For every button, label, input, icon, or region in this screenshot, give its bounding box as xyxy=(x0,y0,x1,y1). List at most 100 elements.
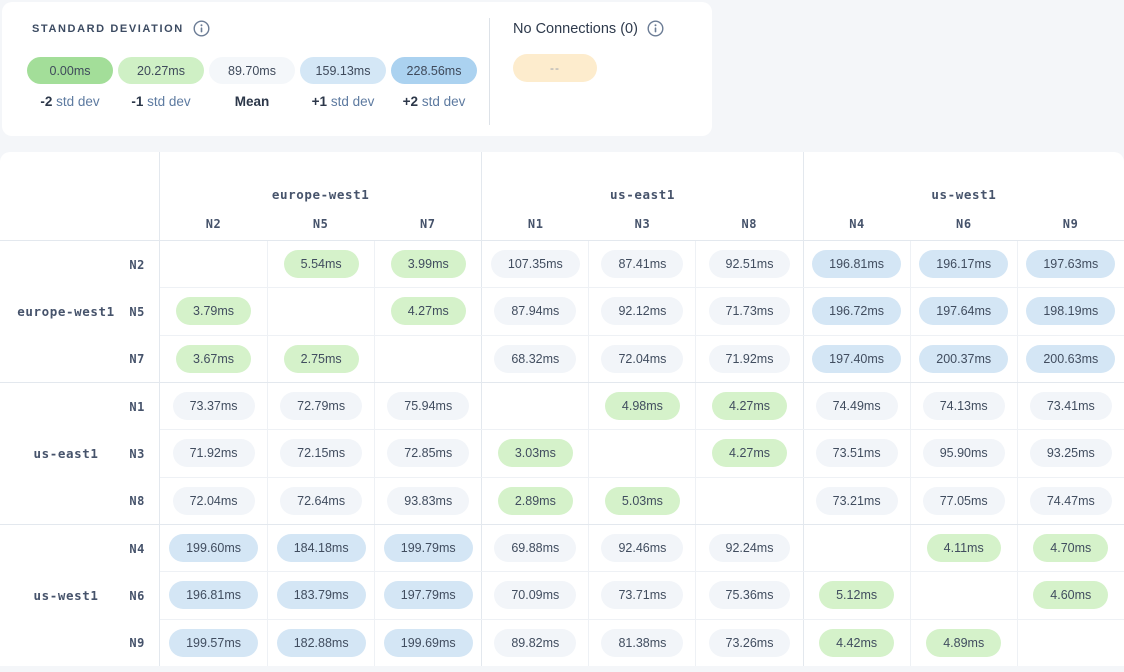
latency-pill[interactable]: 5.03ms xyxy=(605,487,680,515)
latency-cell: 92.24ms xyxy=(695,525,802,571)
latency-pill[interactable]: 74.49ms xyxy=(816,392,898,420)
table-row: 196.81ms 183.79ms 197.79ms 70.09ms 73.71ms 75… xyxy=(160,571,1124,618)
latency-pill[interactable]: 72.79ms xyxy=(280,392,362,420)
latency-pill[interactable]: 72.04ms xyxy=(601,345,683,373)
latency-pill[interactable]: 4.42ms xyxy=(819,629,894,657)
latency-pill[interactable]: 107.35ms xyxy=(491,250,580,278)
latency-pill[interactable]: 199.69ms xyxy=(384,629,473,657)
latency-pill[interactable]: 74.13ms xyxy=(923,392,1005,420)
latency-pill[interactable]: 197.64ms xyxy=(919,297,1008,325)
std-dev-label: Mean xyxy=(209,94,295,109)
latency-pill[interactable]: 197.63ms xyxy=(1026,250,1115,278)
latency-pill[interactable]: 199.57ms xyxy=(169,629,258,657)
latency-pill[interactable]: 2.89ms xyxy=(498,487,573,515)
latency-cell: 75.94ms xyxy=(374,383,481,429)
latency-pill[interactable]: 196.72ms xyxy=(812,297,901,325)
latency-pill[interactable]: 92.46ms xyxy=(601,534,683,562)
latency-pill[interactable]: 73.26ms xyxy=(709,629,791,657)
latency-pill[interactable]: 70.09ms xyxy=(494,581,576,609)
latency-pill[interactable]: 68.32ms xyxy=(494,345,576,373)
latency-pill[interactable]: 196.81ms xyxy=(812,250,901,278)
latency-pill[interactable]: 71.92ms xyxy=(173,439,255,467)
latency-cell: 73.37ms xyxy=(160,383,267,429)
latency-pill[interactable]: 72.85ms xyxy=(387,439,469,467)
latency-pill[interactable]: 92.24ms xyxy=(709,534,791,562)
latency-pill[interactable]: 71.92ms xyxy=(709,345,791,373)
latency-pill[interactable]: 77.05ms xyxy=(923,487,1005,515)
latency-pill[interactable]: 196.17ms xyxy=(919,250,1008,278)
latency-pill[interactable]: 199.60ms xyxy=(169,534,258,562)
latency-pill[interactable]: 4.89ms xyxy=(926,629,1001,657)
latency-cell xyxy=(374,336,481,382)
latency-cell: 200.63ms xyxy=(1017,336,1124,382)
latency-cell: 73.51ms xyxy=(803,430,910,476)
latency-pill[interactable]: 93.83ms xyxy=(387,487,469,515)
latency-pill[interactable]: 87.94ms xyxy=(494,297,576,325)
latency-pill[interactable]: 4.60ms xyxy=(1033,581,1108,609)
std-dev-label-suffix: std dev xyxy=(418,94,465,109)
latency-pill[interactable]: 197.79ms xyxy=(384,581,473,609)
latency-pill[interactable]: 87.41ms xyxy=(601,250,683,278)
latency-pill[interactable]: 81.38ms xyxy=(601,629,683,657)
latency-pill[interactable]: 4.70ms xyxy=(1033,534,1108,562)
latency-pill[interactable]: 199.79ms xyxy=(384,534,473,562)
latency-pill[interactable]: 74.47ms xyxy=(1030,487,1112,515)
latency-cell: 75.36ms xyxy=(695,572,802,618)
latency-pill[interactable]: 5.54ms xyxy=(284,250,359,278)
latency-pill[interactable]: 182.88ms xyxy=(277,629,366,657)
latency-pill[interactable]: 196.81ms xyxy=(169,581,258,609)
latency-pill[interactable]: 73.71ms xyxy=(601,581,683,609)
latency-pill[interactable]: 5.12ms xyxy=(819,581,894,609)
latency-pill[interactable]: 72.64ms xyxy=(280,487,362,515)
latency-pill[interactable]: 92.51ms xyxy=(709,250,791,278)
latency-pill[interactable]: 69.88ms xyxy=(494,534,576,562)
latency-pill[interactable]: 2.75ms xyxy=(284,345,359,373)
latency-cell: 81.38ms xyxy=(588,620,695,666)
latency-pill[interactable]: 92.12ms xyxy=(601,297,683,325)
latency-pill[interactable]: 4.27ms xyxy=(712,392,787,420)
latency-pill[interactable]: 75.36ms xyxy=(709,581,791,609)
column-nodes-row: N1N3N8 xyxy=(482,217,802,231)
latency-pill[interactable]: 197.40ms xyxy=(812,345,901,373)
latency-pill[interactable]: 3.67ms xyxy=(176,345,251,373)
latency-pill[interactable]: 4.98ms xyxy=(605,392,680,420)
latency-pill[interactable]: 93.25ms xyxy=(1030,439,1112,467)
column-region-label: us-west1 xyxy=(804,187,1124,202)
matrix-corner xyxy=(0,152,160,240)
latency-pill[interactable]: 75.94ms xyxy=(387,392,469,420)
latency-pill[interactable]: 73.21ms xyxy=(816,487,898,515)
latency-cell: 70.09ms xyxy=(481,572,588,618)
latency-pill[interactable]: 3.03ms xyxy=(498,439,573,467)
latency-cell: 197.63ms xyxy=(1017,241,1124,287)
latency-cell: 183.79ms xyxy=(267,572,374,618)
latency-pill[interactable]: 200.37ms xyxy=(919,345,1008,373)
latency-pill[interactable]: 200.63ms xyxy=(1026,345,1115,373)
latency-cell xyxy=(1017,620,1124,666)
latency-pill[interactable]: 4.11ms xyxy=(927,534,1001,562)
latency-cell: 4.42ms xyxy=(803,620,910,666)
latency-pill[interactable]: 72.04ms xyxy=(173,487,255,515)
latency-cell: 199.57ms xyxy=(160,620,267,666)
latency-pill[interactable]: 95.90ms xyxy=(923,439,1005,467)
latency-cell: 73.26ms xyxy=(695,620,802,666)
latency-pill[interactable]: 71.73ms xyxy=(709,297,791,325)
latency-pill[interactable]: 184.18ms xyxy=(277,534,366,562)
latency-pill[interactable]: 198.19ms xyxy=(1026,297,1115,325)
column-nodes-row: N4N6N9 xyxy=(804,217,1124,231)
latency-pill[interactable]: 89.82ms xyxy=(494,629,576,657)
latency-pill[interactable]: 3.99ms xyxy=(391,250,466,278)
latency-cell: 3.79ms xyxy=(160,288,267,334)
latency-pill[interactable]: 72.15ms xyxy=(280,439,362,467)
info-icon[interactable] xyxy=(193,20,210,37)
latency-pill[interactable]: 73.41ms xyxy=(1030,392,1112,420)
latency-pill[interactable]: 73.37ms xyxy=(173,392,255,420)
latency-pill[interactable]: 183.79ms xyxy=(277,581,366,609)
latency-cell: 71.92ms xyxy=(160,430,267,476)
latency-pill[interactable]: 4.27ms xyxy=(391,297,466,325)
latency-pill[interactable]: 73.51ms xyxy=(816,439,898,467)
latency-cell: 196.81ms xyxy=(160,572,267,618)
info-icon[interactable] xyxy=(647,20,664,37)
std-dev-label: -1 std dev xyxy=(118,94,204,109)
latency-pill[interactable]: 3.79ms xyxy=(176,297,251,325)
latency-pill[interactable]: 4.27ms xyxy=(712,439,787,467)
